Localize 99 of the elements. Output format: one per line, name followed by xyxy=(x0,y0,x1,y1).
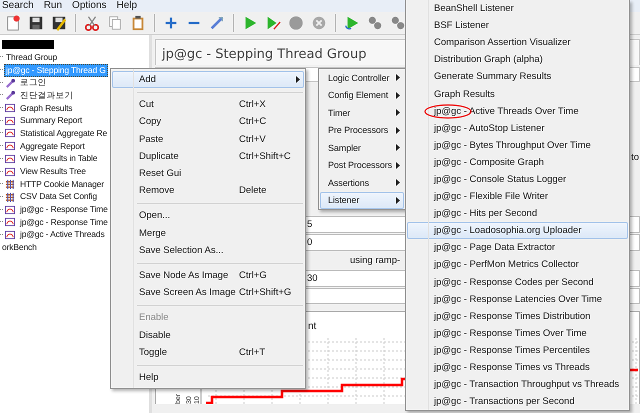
tree-item[interactable]: View Results Tree xyxy=(18,165,88,178)
menu-item[interactable]: Reset Gui xyxy=(112,164,304,182)
tree-item[interactable]: HTTP Cookie Manager xyxy=(18,178,106,191)
tree-item[interactable]: Graph Results xyxy=(18,102,74,115)
menu-item[interactable]: jp@gc - Response Times Distribution xyxy=(407,308,628,325)
submenu-arrow-icon xyxy=(396,92,400,99)
menu-item[interactable]: Remove Delete xyxy=(112,182,304,200)
field-label: using ramp- xyxy=(350,254,400,266)
menu-item[interactable]: Help xyxy=(112,368,304,386)
menu-item[interactable]: Graph Results xyxy=(407,85,628,103)
menu-item[interactable]: jp@gc - Response Latencies Over Time xyxy=(407,290,628,308)
grid-tool-icon xyxy=(5,192,15,202)
menu-item[interactable]: Logic Controller xyxy=(320,69,404,86)
chart-window-icon xyxy=(5,154,15,164)
menu-item[interactable]: Generate Summary Results xyxy=(407,68,628,86)
tree-item[interactable]: Aggregate Report xyxy=(18,140,87,153)
menu-item[interactable]: Save Node As Image Ctrl+G xyxy=(112,266,304,284)
tree-item[interactable]: 진단결과보기 xyxy=(18,88,76,102)
submenu-arrow-icon xyxy=(396,162,400,169)
chart-window-icon xyxy=(5,230,15,240)
submenu-arrow-icon xyxy=(396,109,400,116)
submenu-arrow-icon xyxy=(396,196,400,204)
menu-item[interactable]: Save Selection As... xyxy=(112,242,304,259)
menu-item[interactable]: Pre Processors xyxy=(320,122,404,139)
submenu-arrow-icon xyxy=(396,144,400,152)
menu-item[interactable]: jp@gc - Response Times Over Time xyxy=(407,324,628,342)
menu-item[interactable]: Toggle Ctrl+T xyxy=(112,344,304,361)
tree-item[interactable]: jp@gc - Response Time xyxy=(18,203,110,216)
menu-item[interactable]: Open... xyxy=(112,207,304,224)
menu-item[interactable]: Paste Ctrl+V xyxy=(112,130,304,148)
menu-item[interactable]: jp@gc - Page Data Extractor xyxy=(407,239,628,256)
chart-window-icon xyxy=(5,204,15,215)
tree-item[interactable]: Thread Group xyxy=(4,50,60,64)
dots-icon[interactable] xyxy=(367,15,383,31)
menu-item[interactable]: Run xyxy=(44,0,62,12)
tree-item[interactable]: View Results in Table xyxy=(18,152,100,166)
menu-item[interactable]: jp@gc - Transactions per Second xyxy=(407,393,628,410)
menu-item[interactable]: Sampler xyxy=(320,139,404,156)
chart-window-icon xyxy=(5,116,15,126)
menu-item[interactable]: Config Element xyxy=(320,86,404,104)
menu-item[interactable]: Add xyxy=(112,71,304,88)
menu-item[interactable]: Assertions xyxy=(320,174,404,192)
menu-item[interactable]: Search xyxy=(2,0,34,12)
play-slash-icon[interactable] xyxy=(265,15,281,31)
tree-item[interactable]: jp@gc - Response Time xyxy=(18,216,110,229)
copy-icon[interactable] xyxy=(107,15,123,31)
menu-item[interactable]: Disable xyxy=(112,326,304,344)
clipboard-icon[interactable] xyxy=(130,15,146,31)
chart-window-icon xyxy=(5,128,15,138)
grid-tool-icon xyxy=(5,179,15,190)
dots-icon[interactable] xyxy=(390,15,406,31)
menu-item[interactable]: Save Screen As Image Ctrl+Shift+G xyxy=(112,284,304,302)
menu-item[interactable]: jp@gc - Hits per Second xyxy=(407,205,628,222)
submenu-arrow-icon xyxy=(396,74,400,82)
chart-title: nt xyxy=(308,321,316,332)
tree-item[interactable]: jp@gc - Active Threads xyxy=(18,228,107,242)
redacted-bar xyxy=(2,40,54,49)
menu-item[interactable]: Cut Ctrl+X xyxy=(112,96,304,114)
menu-item[interactable]: Merge xyxy=(112,224,304,242)
submenu-arrow-icon xyxy=(396,126,400,134)
plus-icon[interactable] xyxy=(163,15,179,31)
menu-item[interactable]: BSF Listener xyxy=(407,17,628,34)
menu-item[interactable]: jp@gc - AutoStop Listener xyxy=(407,120,628,137)
menu-item[interactable]: Listener xyxy=(320,192,404,209)
menu-item[interactable]: jp@gc - Composite Graph xyxy=(407,154,628,171)
pipette-icon xyxy=(5,78,15,88)
chart-window-icon xyxy=(5,166,15,177)
submenu-arrow-icon xyxy=(396,179,400,186)
tree-item[interactable]: Summary Report xyxy=(18,114,84,128)
tree-item[interactable]: orkBench xyxy=(0,241,39,254)
tree-item[interactable]: 로그인 xyxy=(18,76,49,90)
field-label: to xyxy=(631,152,639,162)
menu-item[interactable]: Help xyxy=(116,0,138,12)
menu-item[interactable]: jp@gc - Transaction Throughput vs Threads xyxy=(407,376,628,394)
chart-window-icon xyxy=(5,217,15,228)
menu-item[interactable]: jp@gc - Loadosophia.org Uploader xyxy=(407,222,628,240)
menu-item[interactable]: jp@gc - Response Times vs Threads xyxy=(407,358,628,376)
menu-item[interactable]: Post Processors xyxy=(320,156,404,174)
menu-item[interactable]: BeanShell Listener xyxy=(407,0,628,18)
tree-item[interactable]: Statistical Aggregate Re xyxy=(18,126,110,140)
menu-item[interactable]: jp@gc - Response Codes per Second xyxy=(407,274,628,291)
menu-item[interactable]: jp@gc - Response Times Percentiles xyxy=(407,342,628,359)
menu-item[interactable]: jp@gc - PerfMon Metrics Collector xyxy=(407,256,628,274)
menu-item[interactable]: Copy Ctrl+C xyxy=(112,113,304,131)
chart-window-icon xyxy=(5,103,15,114)
menu-item[interactable]: jp@gc - Flexible File Writer xyxy=(407,188,628,206)
pipette-icon xyxy=(5,90,15,100)
tree-item[interactable]: CSV Data Set Config xyxy=(18,190,99,204)
menu-item[interactable]: Duplicate Ctrl+Shift+C xyxy=(112,148,304,165)
scissors-icon[interactable] xyxy=(84,15,100,31)
stop-icon[interactable] xyxy=(288,15,304,31)
menu-item[interactable]: Timer xyxy=(320,104,404,122)
menu-item[interactable]: jp@gc - Bytes Throughput Over Time xyxy=(407,136,628,154)
remote-play-icon[interactable] xyxy=(344,15,360,31)
floppy-pencil-icon[interactable] xyxy=(51,15,67,31)
menu-item[interactable]: Options xyxy=(72,0,107,12)
chart-window-icon xyxy=(5,141,15,152)
new-document-icon[interactable] xyxy=(5,15,21,31)
menu-item[interactable]: jp@gc - Console Status Logger xyxy=(407,170,628,188)
